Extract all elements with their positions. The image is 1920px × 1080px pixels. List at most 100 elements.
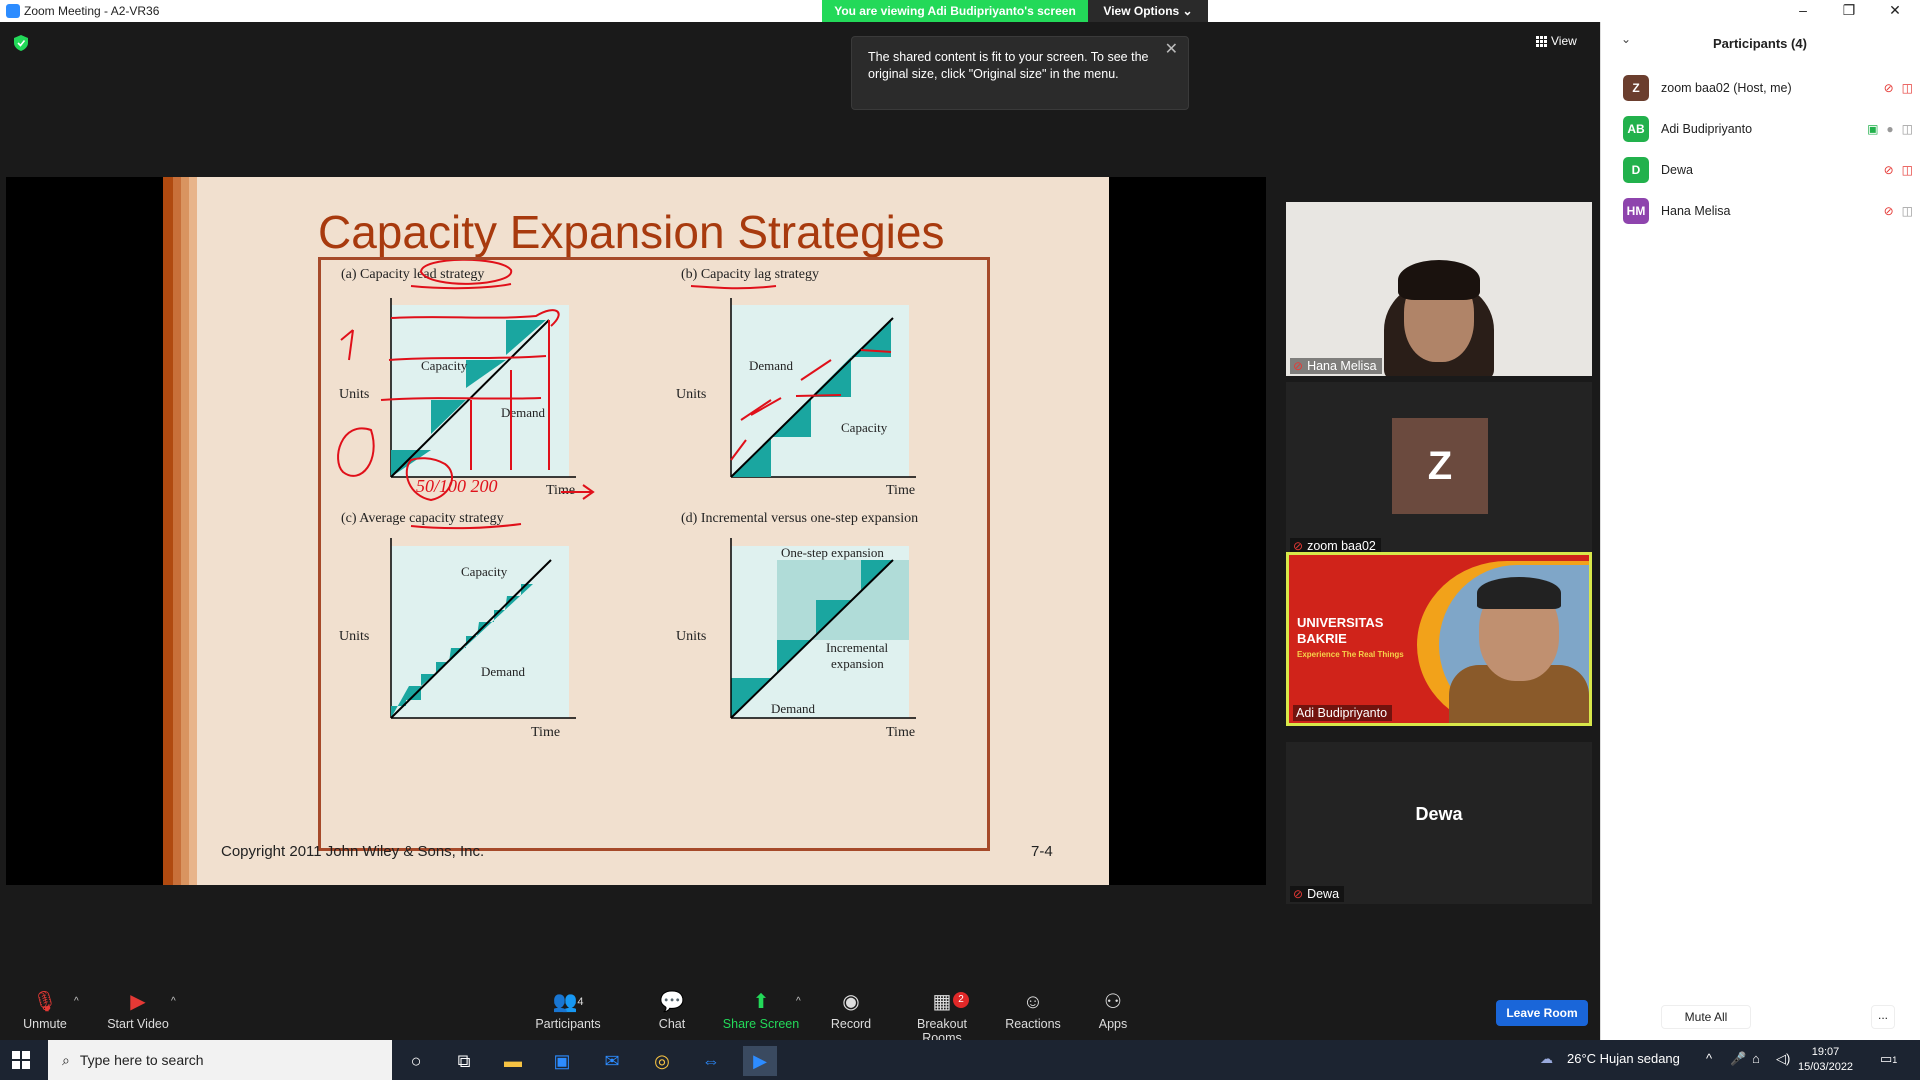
video-strip: ⊘ Hana Melisa Z ⊘ zoom baa02 UNIVERSITAS B…: [1278, 44, 1600, 1002]
restore-button[interactable]: ❐: [1826, 0, 1872, 22]
mic-icon[interactable]: ●: [1886, 122, 1893, 136]
chat-icon: 💬: [659, 991, 685, 1013]
audio-options-chevron-icon[interactable]: ^: [74, 996, 79, 1007]
participant-row[interactable]: AB Adi Budipriyanto ▣ ● ◫: [1623, 116, 1913, 142]
mic-muted-icon: ⊘: [1293, 539, 1304, 553]
microphone-icon[interactable]: 🎤: [1730, 1051, 1746, 1067]
participants-button[interactable]: 👥4 Participants: [528, 990, 608, 1031]
mic-muted-icon[interactable]: ⊘: [1884, 204, 1894, 218]
task-view-icon[interactable]: ⧉: [447, 1046, 481, 1076]
participant-name: zoom baa02 (Host, me): [1661, 81, 1792, 95]
windows-taskbar: ⌕ Type here to search ○ ⧉ ▬ ▣ ✉ ◎ ⇔ ▶ ☁ …: [0, 1040, 1920, 1080]
reactions-button[interactable]: ☺ Reactions: [993, 990, 1073, 1031]
share-screen-button[interactable]: ⬆ Share Screen: [721, 990, 801, 1031]
weather-text[interactable]: 26°C Hujan sedang: [1567, 1051, 1680, 1066]
system-clock[interactable]: 19:07 15/03/2022: [1798, 1045, 1853, 1075]
mail-icon[interactable]: ✉: [595, 1046, 629, 1076]
slide-page-number: 7-4: [1031, 843, 1053, 860]
weather-icon[interactable]: ☁: [1540, 1051, 1553, 1067]
participant-name: Hana Melisa: [1661, 204, 1731, 218]
participant-row[interactable]: Z zoom baa02 (Host, me) ⊘ ◫: [1623, 75, 1913, 101]
toast-close-icon[interactable]: ✕: [1165, 41, 1178, 58]
slide-title: Capacity Expansion Strategies: [318, 206, 945, 258]
participant-row[interactable]: HM Hana Melisa ⊘ ◫: [1623, 198, 1913, 224]
banner-text: Experience The Real Things: [1297, 650, 1404, 659]
mic-muted-icon[interactable]: ⊘: [1884, 81, 1894, 95]
toast-text: The shared content is fit to your screen…: [868, 50, 1149, 81]
share-banner: You are viewing Adi Budipriyanto's scree…: [822, 0, 1208, 22]
unmute-button[interactable]: 🎙 Unmute: [5, 990, 85, 1031]
minimize-button[interactable]: –: [1780, 0, 1826, 22]
mute-all-button[interactable]: Mute All: [1661, 1005, 1751, 1029]
start-video-button[interactable]: ▶ Start Video: [98, 990, 178, 1031]
handwritten-note: 50/100 200: [416, 476, 498, 496]
meeting-area: View The shared content is fit to your s…: [0, 22, 1600, 980]
participant-avatar: Z: [1623, 75, 1649, 101]
panel-c-demand: Demand: [481, 664, 526, 679]
breakout-rooms-button[interactable]: ▦ Breakout Rooms: [902, 990, 982, 1045]
panel-a-demand: Demand: [501, 405, 546, 420]
video-off-icon: ▶: [130, 991, 146, 1013]
panel-c-units: Units: [339, 629, 369, 644]
windows-start-icon[interactable]: [12, 1051, 30, 1069]
taskbar-search[interactable]: ⌕ Type here to search: [48, 1040, 392, 1080]
video-tile-name: ⊘ Dewa: [1290, 886, 1345, 902]
participant-name-display: Dewa: [1415, 804, 1463, 824]
breakout-badge: 2: [953, 992, 969, 1008]
record-icon: ◉: [842, 991, 860, 1013]
clock-date: 15/03/2022: [1798, 1061, 1854, 1073]
close-button[interactable]: ✕: [1872, 0, 1918, 22]
participant-name: Adi Budipriyanto: [1661, 122, 1753, 136]
view-options-button[interactable]: View Options ⌄: [1088, 0, 1208, 22]
video-icon[interactable]: ◫: [1902, 204, 1913, 218]
teamviewer-icon[interactable]: ⇔: [694, 1046, 728, 1076]
collapse-chevron-icon[interactable]: ⌄: [1621, 32, 1631, 46]
notification-icon[interactable]: ▭1: [1880, 1051, 1897, 1067]
avatar: Z: [1392, 418, 1488, 514]
record-button[interactable]: ◉ Record: [811, 990, 891, 1031]
reactions-icon: ☺: [1022, 991, 1044, 1013]
mic-muted-icon: ⊘: [1293, 887, 1304, 901]
panel-d-expansion: expansion: [831, 656, 884, 671]
video-tile-zoom[interactable]: Z ⊘ zoom baa02: [1286, 382, 1592, 556]
leave-room-button[interactable]: Leave Room: [1496, 1000, 1588, 1026]
participant-avatar: D: [1623, 157, 1649, 183]
volume-icon[interactable]: ◁): [1776, 1051, 1790, 1067]
apps-icon: ⚇: [1104, 991, 1122, 1013]
participants-panel: ⌄ Participants (4) Z zoom baa02 (Host, m…: [1600, 22, 1920, 1040]
video-tile-adi[interactable]: UNIVERSITAS BAKRIE Experience The Real T…: [1286, 552, 1592, 726]
network-icon[interactable]: ⌂: [1752, 1051, 1760, 1066]
video-tile-dewa[interactable]: Dewa ⊘ Dewa: [1286, 742, 1592, 904]
panel-b-demand: Demand: [749, 358, 794, 373]
tray-chevron-icon[interactable]: ^: [1706, 1051, 1712, 1066]
participant-row[interactable]: D Dewa ⊘ ◫: [1623, 157, 1913, 183]
mic-muted-icon[interactable]: ⊘: [1884, 163, 1894, 177]
participant-name: Dewa: [1661, 163, 1693, 177]
participant-avatar: AB: [1623, 116, 1649, 142]
participant-avatar: HM: [1623, 198, 1649, 224]
video-off-icon[interactable]: ◫: [1902, 81, 1913, 95]
panel-a-units: Units: [339, 387, 369, 402]
window-title: Zoom Meeting - A2-VR36: [24, 4, 160, 18]
chrome-icon[interactable]: ◎: [645, 1046, 679, 1076]
share-options-chevron-icon[interactable]: ^: [796, 996, 801, 1007]
participants-title: Participants (4): [1713, 36, 1807, 51]
panel-c-title: (c) Average capacity strategy: [341, 511, 504, 526]
chat-button[interactable]: 💬 Chat: [632, 990, 712, 1031]
video-options-chevron-icon[interactable]: ^: [171, 996, 176, 1007]
apps-button[interactable]: ⚇ Apps: [1073, 990, 1153, 1031]
presentation-slide: Capacity Expansion Strategies (a) Capaci…: [163, 177, 1109, 885]
zoom-taskbar-icon[interactable]: ▶: [743, 1046, 777, 1076]
search-placeholder: Type here to search: [79, 1052, 204, 1068]
file-explorer-icon[interactable]: ▬: [496, 1046, 530, 1076]
cortana-icon[interactable]: ○: [399, 1046, 433, 1076]
panel-d-one-step: One-step expansion: [781, 545, 884, 560]
more-options-button[interactable]: ...: [1871, 1005, 1895, 1029]
store-icon[interactable]: ▣: [545, 1046, 579, 1076]
clock-time: 19:07: [1811, 1046, 1840, 1058]
video-icon[interactable]: ◫: [1902, 122, 1913, 136]
video-off-icon[interactable]: ◫: [1902, 163, 1913, 177]
panel-b-units: Units: [676, 387, 706, 402]
shield-icon[interactable]: [14, 35, 28, 51]
video-tile-hana[interactable]: ⊘ Hana Melisa: [1286, 202, 1592, 376]
